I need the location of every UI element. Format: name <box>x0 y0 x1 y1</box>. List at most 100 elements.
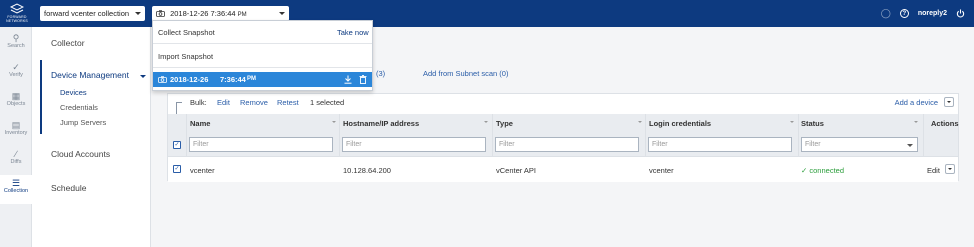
check-icon: ✓ <box>801 166 808 175</box>
camera-icon <box>156 10 165 17</box>
filter-status-select[interactable]: Filter <box>801 137 918 152</box>
chevron-down-icon <box>135 12 141 15</box>
bulk-remove-button[interactable]: Remove <box>240 98 268 107</box>
username[interactable]: noreply2 <box>918 10 947 17</box>
dropdown-divider <box>153 43 372 44</box>
diffs-icon: ∕ <box>15 149 17 159</box>
dropdown-divider <box>153 67 372 68</box>
sort-icon[interactable] <box>914 121 918 123</box>
col-login-credentials[interactable]: Login credentials <box>649 119 711 128</box>
sort-icon[interactable] <box>332 121 336 123</box>
rail-label: Verify <box>9 72 23 78</box>
search-icon: ⚲ <box>12 33 20 43</box>
left-rail: ⚲ Search ✓ Verify ▦ Objects ▤ Inventory … <box>0 27 32 247</box>
cell-name: vcenter <box>190 166 215 175</box>
device-management-section: Device Management Devices Credentials Ju… <box>40 60 151 134</box>
secondary-nav: Collector Device Management Devices Cred… <box>32 27 151 247</box>
verify-icon: ✓ <box>12 62 20 72</box>
rail-label: Objects <box>6 101 26 107</box>
filter-status-placeholder: Filter <box>805 141 821 148</box>
snapshot-select-ampm: PM <box>237 12 247 18</box>
rail-item-objects[interactable]: ▦ Objects <box>0 88 32 117</box>
nav-credentials[interactable]: Credentials <box>60 103 98 112</box>
col-hostname[interactable]: Hostname/IP address <box>343 119 419 128</box>
snapshot-dropdown: Collect Snapshot Take now Import Snapsho… <box>152 20 373 91</box>
snapshot-item-selected[interactable]: 2018-12-26 7:36:44 PM <box>153 72 372 87</box>
select-all-checkbox[interactable]: ✓ <box>173 141 181 149</box>
snapshot-select-value: 2018-12-26 7:36:44 <box>170 9 236 18</box>
nav-device-management[interactable]: Device Management <box>51 70 129 80</box>
objects-icon: ▦ <box>11 91 21 101</box>
row-edit-button[interactable]: Edit <box>927 166 940 175</box>
top-right-icons: ◯ ? noreply2 <box>881 0 974 27</box>
rail-item-collection[interactable]: ☰ Collection <box>0 175 32 204</box>
status-text: connected <box>809 166 845 175</box>
sort-icon[interactable] <box>638 121 642 123</box>
table-header: Name Hostname/IP address Type Login cred… <box>168 114 959 156</box>
filter-type-input[interactable]: Filter <box>495 137 639 152</box>
bell-icon[interactable]: ◯ <box>881 8 891 19</box>
snapshot-select[interactable]: 2018-12-26 7:36:44 PM <box>152 6 289 21</box>
logo-icon <box>10 3 24 14</box>
rail-item-verify[interactable]: ✓ Verify <box>0 59 32 88</box>
col-actions: Actions <box>931 119 959 128</box>
chevron-down-icon <box>279 12 285 15</box>
take-now-button[interactable]: Take now <box>337 28 369 37</box>
forward-networks-logo[interactable]: FORWARD NETWORKS <box>5 3 29 24</box>
nav-devices[interactable]: Devices <box>60 88 87 97</box>
rail-label: Inventory <box>4 130 28 136</box>
sort-icon[interactable] <box>790 121 794 123</box>
col-type[interactable]: Type <box>496 119 513 128</box>
rail-item-search[interactable]: ⚲ Search <box>0 30 32 59</box>
network-select[interactable]: forward vcenter collection <box>40 6 145 21</box>
snapshot-time: 7:36:44 <box>220 75 246 84</box>
trash-icon[interactable] <box>359 75 367 84</box>
nav-jump-servers[interactable]: Jump Servers <box>60 118 106 127</box>
nav-schedule[interactable]: Schedule <box>51 183 86 193</box>
cell-credentials: vcenter <box>649 166 674 175</box>
cell-type: vCenter API <box>496 166 537 175</box>
row-checkbox[interactable]: ✓ <box>173 165 181 173</box>
snapshot-ampm: PM <box>247 76 256 82</box>
selected-count: 1 selected <box>310 98 345 107</box>
nav-collector[interactable]: Collector <box>51 38 85 48</box>
nav-cloud-accounts[interactable]: Cloud Accounts <box>51 149 110 159</box>
power-icon[interactable] <box>956 9 965 18</box>
chevron-down-icon <box>907 144 913 147</box>
camera-icon <box>158 76 167 83</box>
col-name[interactable]: Name <box>190 119 210 128</box>
rail-label: Collection <box>3 188 29 194</box>
tab-count-partial[interactable]: (3) <box>376 69 385 78</box>
collection-icon: ☰ <box>11 178 21 188</box>
cell-hostname: 10.128.64.200 <box>343 166 391 175</box>
import-snapshot-button[interactable]: Import Snapshot <box>158 52 213 61</box>
filter-credentials-input[interactable]: Filter <box>648 137 792 152</box>
bulk-edit-button[interactable]: Edit <box>217 98 230 107</box>
add-device-menu-button[interactable] <box>944 97 954 107</box>
add-device-button[interactable]: Add a device <box>895 98 938 107</box>
col-status[interactable]: Status <box>801 119 824 128</box>
snapshot-date: 2018-12-26 <box>170 75 209 84</box>
rail-label: Search <box>7 43 25 49</box>
filter-name-input[interactable]: Filter <box>189 137 333 152</box>
logo-text: FORWARD NETWORKS <box>6 15 28 23</box>
table-row[interactable]: ✓ vcenter 10.128.64.200 vCenter API vcen… <box>168 156 958 182</box>
devices-panel: Bulk: Edit Remove Retest 1 selected Add … <box>167 93 959 182</box>
bulk-label: Bulk: <box>190 98 207 107</box>
rail-label: Diffs <box>10 159 22 165</box>
cell-status: ✓ connected <box>801 166 844 175</box>
sort-icon[interactable] <box>484 121 488 123</box>
inventory-icon: ▤ <box>11 120 21 130</box>
chevron-down-icon[interactable] <box>140 75 146 78</box>
filter-hostname-input[interactable]: Filter <box>342 137 486 152</box>
bulk-action-bar: Bulk: Edit Remove Retest 1 selected Add … <box>168 94 958 128</box>
rail-item-inventory[interactable]: ▤ Inventory <box>0 117 32 146</box>
bulk-retest-button[interactable]: Retest <box>277 98 299 107</box>
help-icon[interactable]: ? <box>899 9 909 18</box>
collect-snapshot-label: Collect Snapshot <box>158 28 215 37</box>
row-actions-menu-button[interactable] <box>945 164 955 174</box>
tab-subnet-scan[interactable]: Add from Subnet scan (0) <box>423 69 508 78</box>
network-select-value: forward vcenter collection <box>44 9 130 18</box>
rail-item-diffs[interactable]: ∕ Diffs <box>0 146 32 175</box>
download-icon[interactable] <box>344 75 352 84</box>
